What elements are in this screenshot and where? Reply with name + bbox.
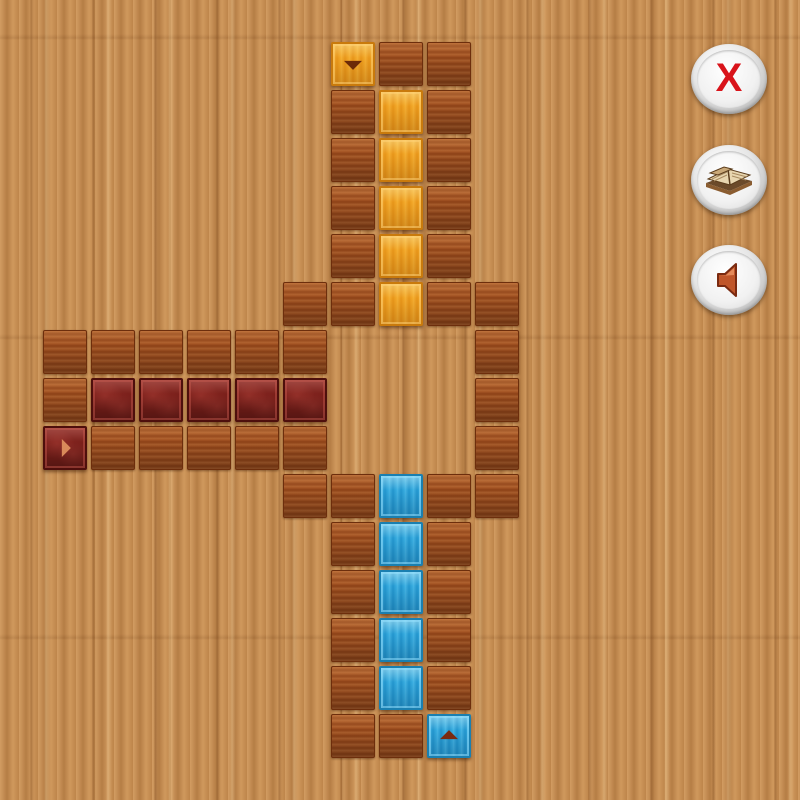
board-cell <box>331 618 375 662</box>
orange-block[interactable] <box>379 234 423 278</box>
board-cell <box>91 330 135 374</box>
book-button[interactable] <box>691 145 767 215</box>
board-cell <box>331 138 375 182</box>
board-cell <box>283 330 327 374</box>
board-cell <box>331 234 375 278</box>
maroon-block[interactable] <box>139 378 183 422</box>
board-cell <box>475 474 519 518</box>
blue-block[interactable] <box>379 618 423 662</box>
sound-button[interactable] <box>691 245 767 315</box>
board-cell <box>331 666 375 710</box>
blue-block[interactable] <box>427 714 471 758</box>
board-cell <box>235 330 279 374</box>
maroon-block[interactable] <box>283 378 327 422</box>
board-cell <box>43 378 87 422</box>
board-cell <box>427 474 471 518</box>
board-cell <box>427 282 471 326</box>
board-cell <box>283 426 327 470</box>
board-cell <box>43 330 87 374</box>
board-cell <box>427 618 471 662</box>
board-cell <box>139 426 183 470</box>
board-cell <box>427 570 471 614</box>
board-cell <box>427 42 471 86</box>
board-cell <box>427 90 471 134</box>
book-button-face <box>697 151 761 209</box>
blue-block[interactable] <box>379 666 423 710</box>
close-button[interactable]: X <box>691 44 767 114</box>
board-cell <box>475 426 519 470</box>
maroon-block[interactable] <box>235 378 279 422</box>
orange-block[interactable] <box>379 90 423 134</box>
blue-block[interactable] <box>379 474 423 518</box>
board-cell <box>187 330 231 374</box>
board-cell <box>475 330 519 374</box>
board-cell <box>427 522 471 566</box>
orange-block[interactable] <box>379 138 423 182</box>
board-cell <box>331 474 375 518</box>
game-board <box>0 0 800 800</box>
board-cell <box>331 90 375 134</box>
arrow-right-icon <box>61 439 71 457</box>
board-cell <box>475 378 519 422</box>
maroon-block[interactable] <box>91 378 135 422</box>
orange-block[interactable] <box>379 282 423 326</box>
board-cell <box>283 474 327 518</box>
speaker-icon <box>717 263 737 297</box>
board-cell <box>139 330 183 374</box>
board-cell <box>427 138 471 182</box>
maroon-block[interactable] <box>187 378 231 422</box>
board-cell <box>331 570 375 614</box>
board-cell <box>331 714 375 758</box>
board-cell <box>331 282 375 326</box>
board-cell <box>379 714 423 758</box>
board-cell <box>331 522 375 566</box>
close-button-face: X <box>697 50 761 108</box>
maroon-block[interactable] <box>43 426 87 470</box>
board-cell <box>187 426 231 470</box>
orange-block[interactable] <box>331 42 375 86</box>
board-cell <box>427 234 471 278</box>
blue-block[interactable] <box>379 522 423 566</box>
blue-block[interactable] <box>379 570 423 614</box>
book-icon <box>706 166 752 195</box>
sound-button-face <box>697 251 761 309</box>
board-cell <box>235 426 279 470</box>
board-cell <box>475 282 519 326</box>
board-cell <box>427 666 471 710</box>
board-cell <box>283 282 327 326</box>
arrow-down-icon <box>344 60 362 70</box>
close-icon: X <box>715 56 743 101</box>
arrow-up-icon <box>440 730 458 740</box>
orange-block[interactable] <box>379 186 423 230</box>
board-cell <box>427 186 471 230</box>
board-cell <box>91 426 135 470</box>
board-cell <box>331 186 375 230</box>
board-cell <box>379 42 423 86</box>
